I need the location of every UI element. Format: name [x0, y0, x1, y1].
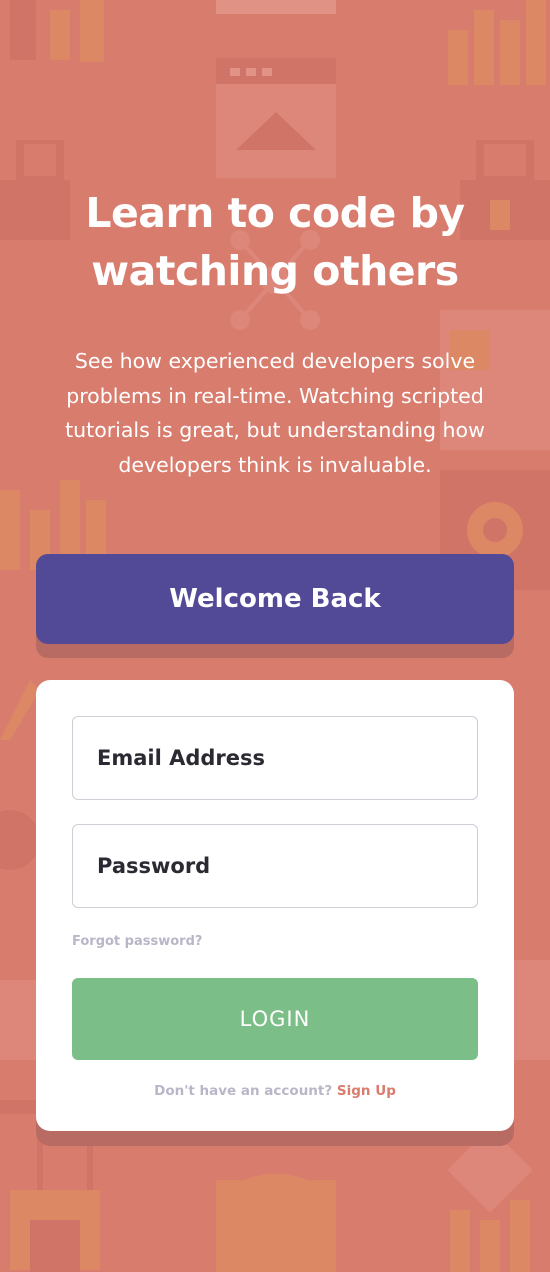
- login-button[interactable]: LOGIN: [72, 978, 478, 1060]
- forgot-password-link[interactable]: Forgot password?: [72, 934, 202, 949]
- welcome-banner-shadow: Welcome Back: [36, 554, 514, 658]
- landing-page: Learn to code by watching others See how…: [0, 0, 550, 1272]
- password-field[interactable]: [97, 825, 477, 907]
- email-field-container: [72, 716, 478, 800]
- page-description: See how experienced developers solve pro…: [65, 349, 485, 477]
- no-account-text: Don't have an account?: [154, 1083, 337, 1099]
- password-field-container: [72, 824, 478, 908]
- signup-prompt: Don't have an account? Sign Up: [36, 1083, 514, 1099]
- welcome-banner: Welcome Back: [36, 554, 514, 644]
- signup-link[interactable]: Sign Up: [337, 1083, 396, 1099]
- page-headline: Learn to code by watching others: [85, 189, 465, 295]
- email-field[interactable]: [97, 717, 477, 799]
- login-card: Forgot password? LOGIN Don't have an acc…: [36, 680, 514, 1131]
